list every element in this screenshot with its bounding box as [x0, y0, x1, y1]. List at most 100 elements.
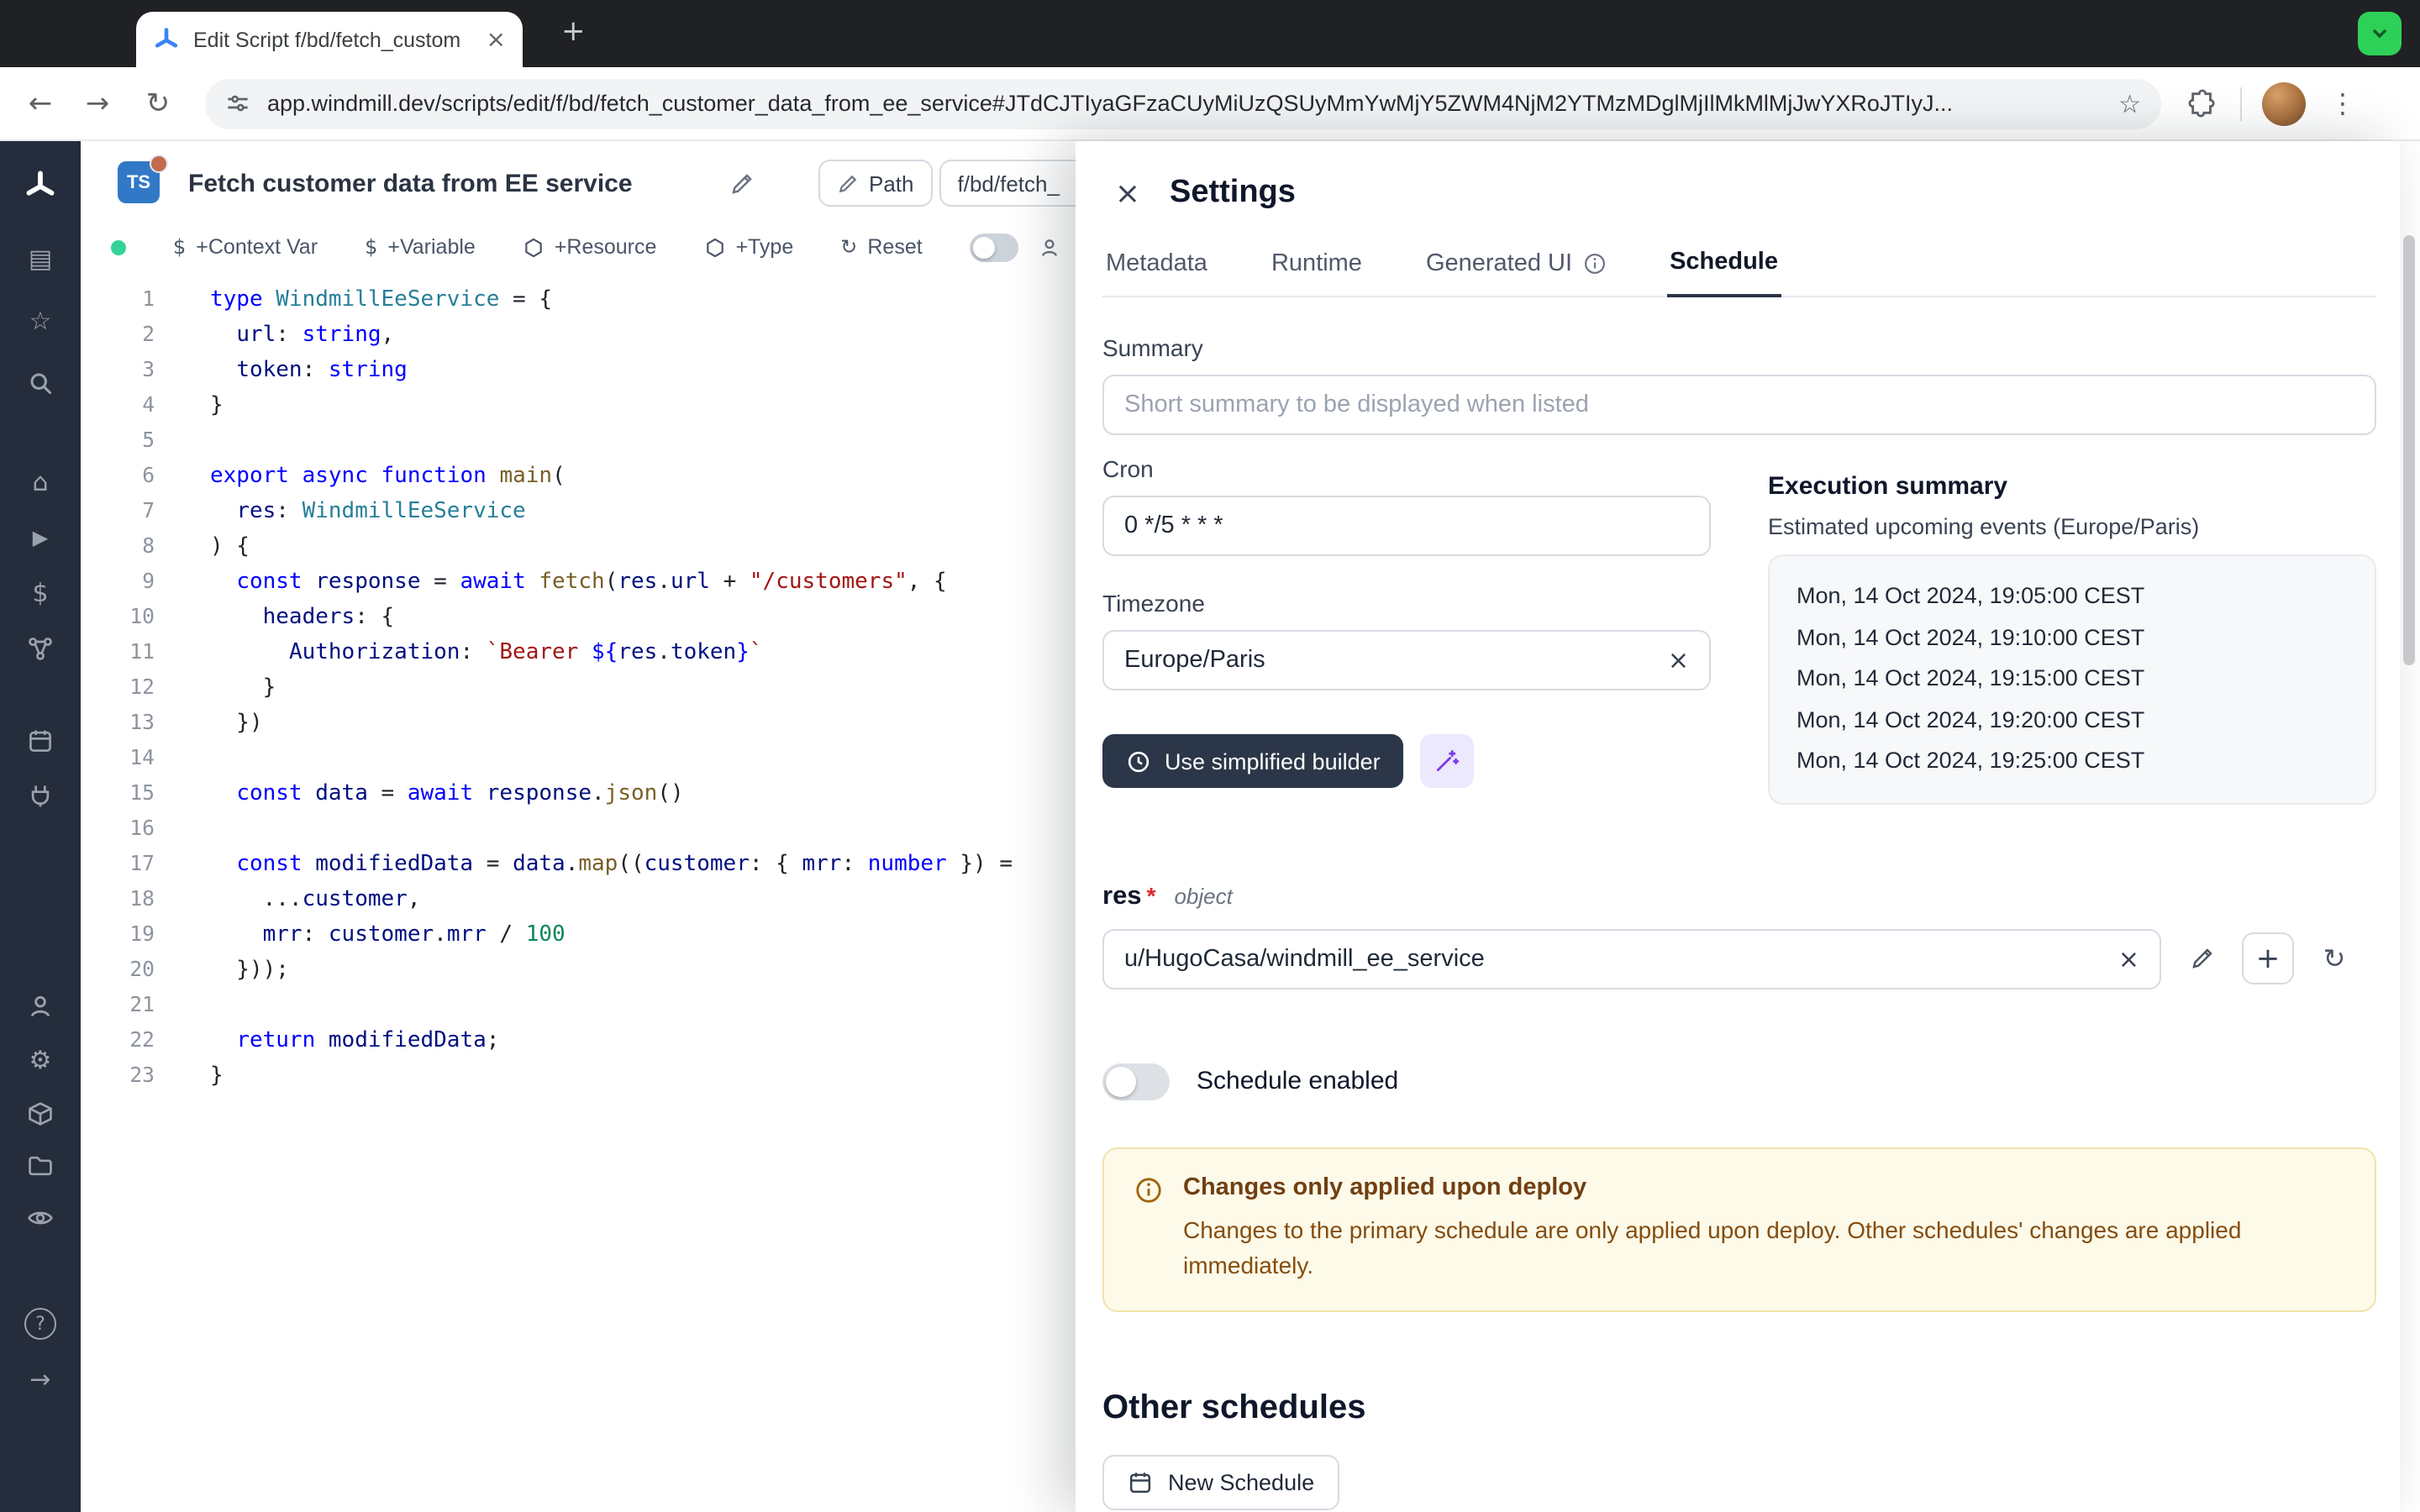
- reset-button[interactable]: ↻ Reset: [840, 235, 922, 259]
- event-item: Mon, 14 Oct 2024, 19:15:00 CEST: [1797, 659, 2348, 700]
- schedules-icon[interactable]: [24, 724, 57, 758]
- chevron-down-icon: [2370, 24, 2390, 44]
- clear-timezone-icon[interactable]: ×: [1668, 645, 1689, 675]
- hexagon-icon: [523, 236, 544, 258]
- dollar-icon: $: [173, 235, 186, 259]
- execution-summary-column: Execution summary Estimated upcoming eve…: [1768, 455, 2376, 804]
- other-schedules-title: Other schedules: [1102, 1389, 2376, 1428]
- favorites-star-icon[interactable]: ☆: [24, 304, 57, 338]
- status-dot: [111, 239, 126, 255]
- execution-summary-subtitle: Estimated upcoming events (Europe/Paris): [1768, 514, 2376, 539]
- windmill-favicon-icon: [153, 26, 180, 53]
- warning-info-icon: [1134, 1175, 1163, 1285]
- forward-button[interactable]: →: [77, 87, 118, 120]
- browser-tabstrip: Edit Script f/bd/fetch_custom × +: [0, 0, 2420, 67]
- resource-input[interactable]: u/HugoCasa/windmill_ee_service ×: [1102, 928, 2161, 989]
- green-dropdown-button[interactable]: [2358, 12, 2402, 55]
- events-list: Mon, 14 Oct 2024, 19:05:00 CESTMon, 14 O…: [1768, 554, 2376, 804]
- required-asterisk: *: [1147, 881, 1156, 908]
- bookmark-star-icon[interactable]: ☆: [2118, 88, 2141, 118]
- resource-section: res * object u/HugoCasa/windmill_ee_serv…: [1102, 881, 2376, 989]
- collapse-sidebar-icon[interactable]: →: [24, 1362, 57, 1396]
- calendar-icon: [1128, 1470, 1153, 1495]
- audit-logs-icon[interactable]: [24, 1201, 57, 1235]
- event-item: Mon, 14 Oct 2024, 19:20:00 CEST: [1797, 700, 2348, 741]
- event-item: Mon, 14 Oct 2024, 19:25:00 CEST: [1797, 741, 2348, 782]
- new-tab-button[interactable]: +: [561, 15, 586, 49]
- clock-icon: [1126, 748, 1151, 774]
- users-icon[interactable]: [24, 990, 57, 1023]
- settings-gear-icon[interactable]: ⚙: [24, 1043, 57, 1077]
- resource-type: object: [1174, 883, 1232, 908]
- pencil-icon: [2189, 946, 2214, 971]
- cron-input[interactable]: 0 */5 * * *: [1102, 496, 1711, 556]
- docs-icon[interactable]: ▤: [24, 242, 57, 276]
- schedule-enabled-row: Schedule enabled: [1102, 1063, 2376, 1100]
- warning-body: Changes to the primary schedule are only…: [1183, 1212, 2344, 1285]
- settings-header: × Settings: [1102, 168, 2376, 218]
- home-icon[interactable]: ⌂: [24, 465, 57, 499]
- editor-toggle[interactable]: [970, 233, 1018, 261]
- site-settings-icon[interactable]: [225, 91, 250, 116]
- add-resource-button[interactable]: +Resource: [523, 235, 657, 259]
- tab-title: Edit Script f/bd/fetch_custom: [193, 28, 473, 51]
- resource-name: res: [1102, 881, 1142, 911]
- new-schedule-button[interactable]: New Schedule: [1102, 1455, 1339, 1510]
- resources-icon[interactable]: [24, 632, 57, 665]
- tab-close-icon[interactable]: ×: [487, 26, 506, 53]
- add-variable-button[interactable]: $ +Variable: [365, 235, 476, 259]
- schedule-enabled-label: Schedule enabled: [1197, 1067, 1398, 1095]
- address-bar[interactable]: app.windmill.dev/scripts/edit/f/bd/fetch…: [205, 78, 2161, 129]
- badge-status-dot: [150, 155, 168, 173]
- url-text[interactable]: app.windmill.dev/scripts/edit/f/bd/fetch…: [267, 91, 2102, 116]
- edit-title-pencil-icon[interactable]: [729, 171, 755, 205]
- search-icon[interactable]: [24, 366, 57, 400]
- add-type-button[interactable]: +Type: [703, 235, 793, 259]
- summary-placeholder: Short summary to be displayed when liste…: [1124, 391, 2354, 418]
- tab-metadata[interactable]: Metadata: [1102, 239, 1211, 296]
- runs-icon[interactable]: ▶: [24, 521, 57, 554]
- tab-runtime[interactable]: Runtime: [1268, 239, 1365, 296]
- schedule-enabled-toggle[interactable]: [1102, 1063, 1170, 1100]
- path-label: Path: [869, 171, 914, 196]
- clear-resource-icon[interactable]: ×: [2118, 943, 2139, 974]
- panel-scrollbar[interactable]: [2403, 235, 2415, 665]
- edit-resource-button[interactable]: [2176, 933, 2227, 984]
- add-context-var-button[interactable]: $ +Context Var: [173, 235, 318, 259]
- add-resource-plus-button[interactable]: +: [2242, 932, 2294, 984]
- reload-button[interactable]: ↻: [138, 87, 178, 120]
- browser-menu-icon[interactable]: ⋮: [2329, 87, 2356, 119]
- variables-icon[interactable]: $: [24, 576, 57, 610]
- script-title: Fetch customer data from EE service: [188, 170, 633, 198]
- browser-tab[interactable]: Edit Script f/bd/fetch_custom ×: [136, 12, 523, 67]
- workers-icon[interactable]: [24, 780, 57, 813]
- app-sidebar: ▤ ☆ ⌂ ▶ $ ⚙ ? →: [0, 141, 81, 1512]
- help-icon[interactable]: ?: [24, 1308, 56, 1340]
- back-button[interactable]: ←: [20, 87, 60, 120]
- ai-wand-button[interactable]: [1421, 734, 1475, 788]
- folders-icon[interactable]: [24, 1149, 57, 1183]
- timezone-input[interactable]: Europe/Paris ×: [1102, 630, 1711, 690]
- summary-input[interactable]: Short summary to be displayed when liste…: [1102, 375, 2376, 435]
- hexagon-icon: [703, 236, 725, 258]
- event-item: Mon, 14 Oct 2024, 19:10:00 CEST: [1797, 617, 2348, 659]
- dollar-icon: $: [365, 235, 377, 259]
- simplified-builder-button[interactable]: Use simplified builder: [1102, 734, 1404, 788]
- browser-toolbar: ← → ↻ app.windmill.dev/scripts/edit/f/bd…: [0, 67, 2420, 141]
- windmill-logo-icon[interactable]: [24, 170, 57, 203]
- refresh-resource-button[interactable]: ↻: [2309, 933, 2360, 984]
- close-icon[interactable]: ×: [1102, 168, 1153, 218]
- packages-icon[interactable]: [24, 1097, 57, 1131]
- tab-schedule[interactable]: Schedule: [1666, 239, 1781, 297]
- extensions-icon[interactable]: [2188, 89, 2217, 118]
- tab-generated-ui[interactable]: Generated UI: [1423, 239, 1609, 296]
- settings-panel: × Settings Metadata Runtime Generated UI…: [1076, 141, 2400, 1512]
- person-icon: [1039, 236, 1060, 258]
- profile-avatar[interactable]: [2262, 81, 2306, 125]
- path-button[interactable]: Path: [818, 160, 933, 207]
- info-icon: [1582, 251, 1606, 275]
- wand-icon: [1434, 748, 1461, 774]
- cron-label: Cron: [1102, 455, 1711, 482]
- settings-title: Settings: [1170, 175, 1296, 212]
- toolbar-divider: [2240, 87, 2242, 120]
